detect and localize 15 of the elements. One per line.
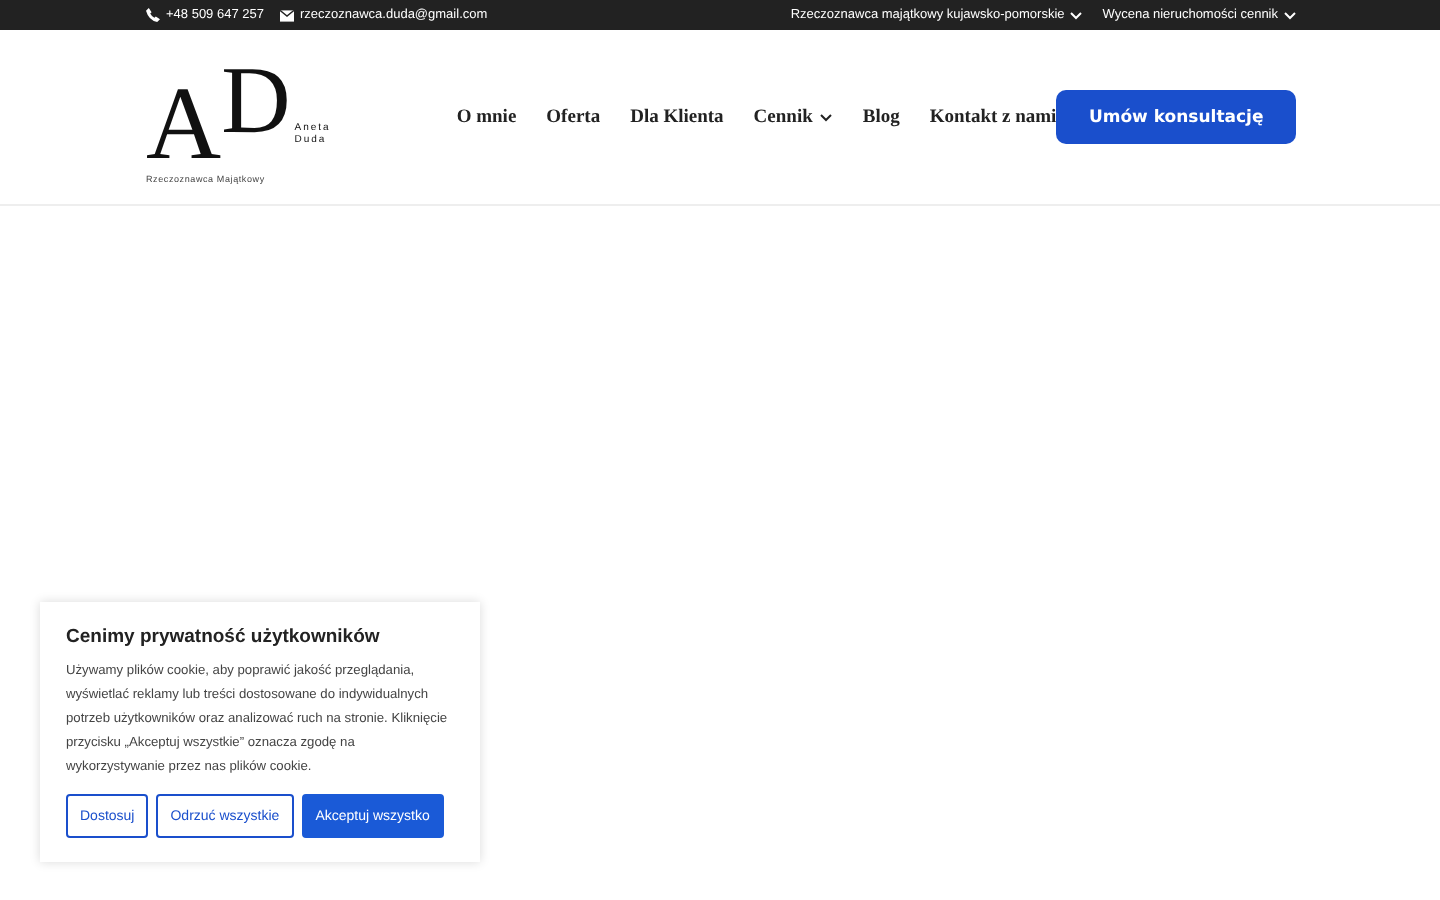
caret-icon bbox=[1070, 11, 1083, 19]
nav-link[interactable]: O mnie bbox=[456, 107, 517, 127]
phone-icon bbox=[146, 8, 160, 22]
nav-link[interactable]: Kontakt z nami bbox=[929, 107, 1057, 127]
nav-link[interactable]: Cennik bbox=[753, 107, 833, 127]
consultation-button[interactable]: Umów konsultację bbox=[1056, 90, 1296, 144]
cookie-title: Cenimy prywatność użytkowników bbox=[66, 626, 382, 648]
caret-icon bbox=[820, 113, 833, 121]
nav-link[interactable]: Oferta bbox=[546, 107, 601, 127]
envelope-icon bbox=[279, 9, 294, 21]
caret-icon bbox=[1284, 11, 1296, 19]
logo-letter: A bbox=[146, 86, 222, 166]
nav-link[interactable]: Dla Klienta bbox=[630, 107, 724, 127]
nav-link[interactable]: Blog bbox=[862, 107, 900, 127]
logo-letter: D bbox=[221, 66, 291, 138]
